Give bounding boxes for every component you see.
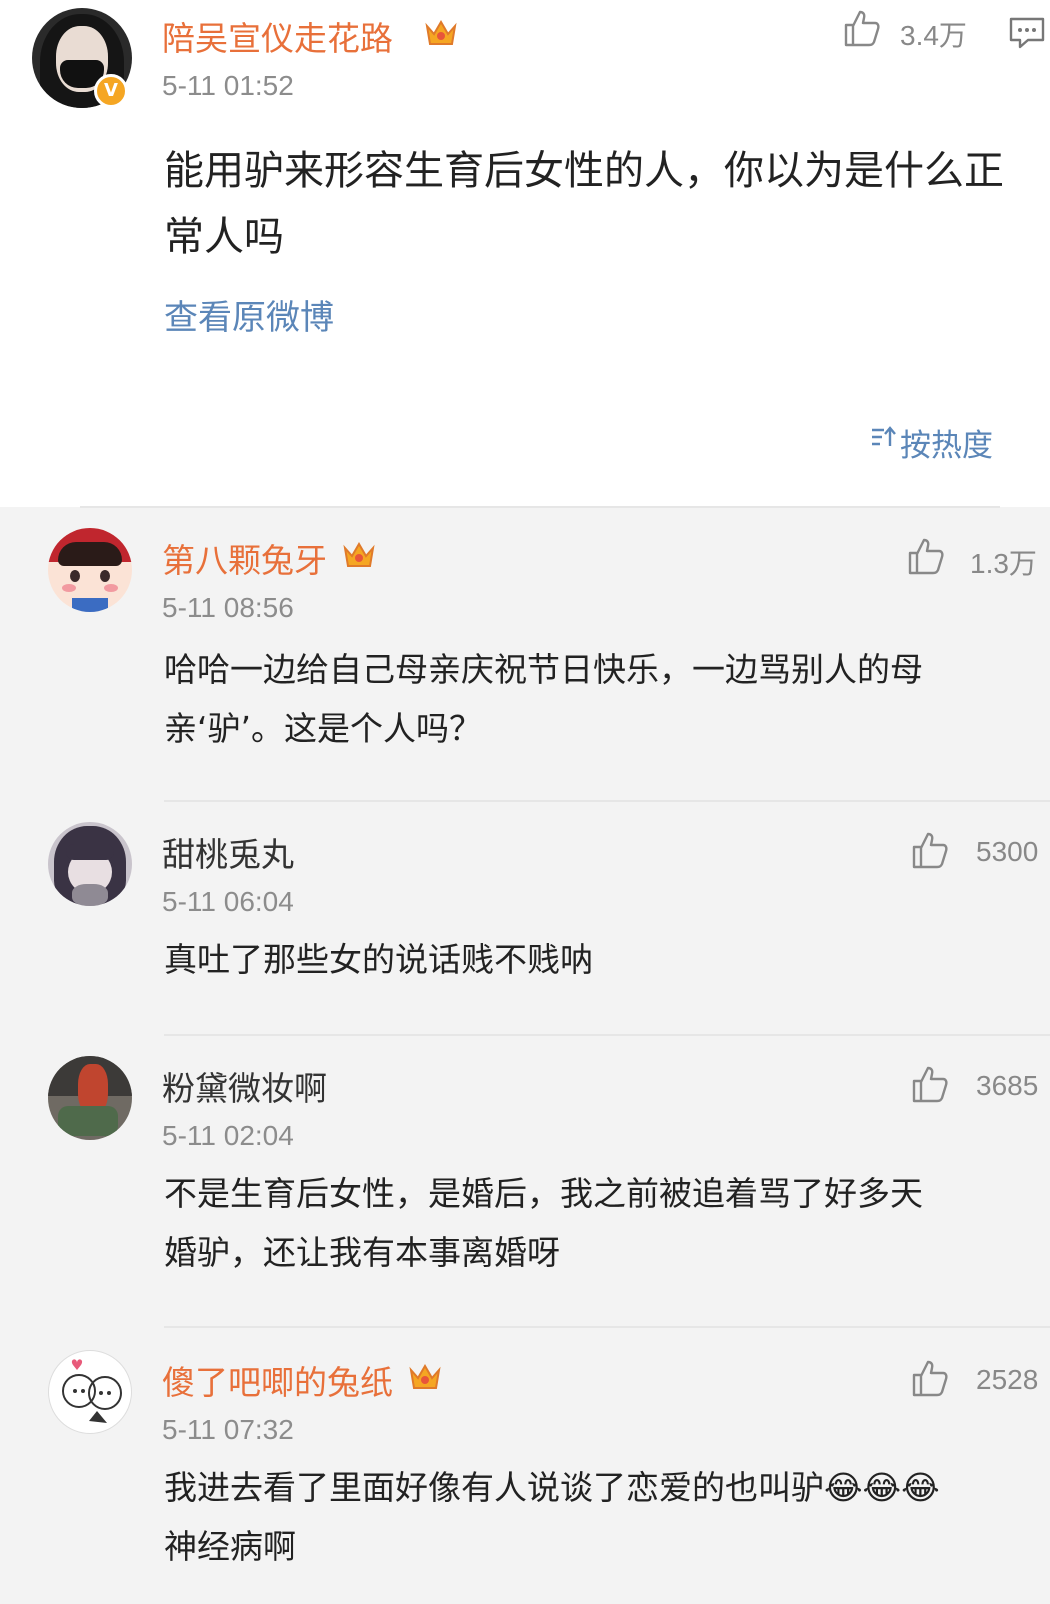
- reply-like-count: 5300: [976, 836, 1039, 867]
- reply-avatar[interactable]: [48, 1350, 132, 1434]
- crown-badge-icon: [409, 1364, 441, 1389]
- reply-text: 真吐了那些女的说话贱不贱呐: [164, 940, 593, 979]
- thumbs-up-icon: [912, 1066, 948, 1103]
- main-comment-card: V 陪吴宣仪走花路 5-11 01:52 3.4万 能用驴来形容生育后女性的人，…: [0, 0, 1050, 507]
- reply-like-count: 2528: [976, 1364, 1039, 1395]
- reply-avatar[interactable]: [48, 528, 132, 612]
- reply-timestamp: 5-11 06:04: [162, 886, 294, 917]
- thumbs-up-icon: [912, 1360, 948, 1397]
- divider: [164, 800, 1050, 802]
- main-comment-text: 能用驴来形容生育后女性的人，你以为是什么正 常人吗: [164, 148, 1004, 260]
- thumbs-up-icon: [908, 538, 944, 575]
- divider: [80, 506, 1000, 508]
- view-original-weibo-link[interactable]: 查看原微博: [164, 290, 334, 339]
- crown-badge-icon: [343, 542, 375, 567]
- reply-username[interactable]: 傻了吧唧的兔纸: [162, 1356, 393, 1404]
- sort-icon: [872, 426, 896, 446]
- divider: [164, 1326, 1050, 1328]
- thumbs-up-icon: [912, 832, 948, 869]
- reply-username[interactable]: 甜桃兎丸: [162, 828, 294, 876]
- thumbs-up-icon: [844, 10, 880, 47]
- reply-avatar[interactable]: [48, 1056, 132, 1140]
- reply-like-count: 1.3万: [970, 548, 1037, 579]
- reply-username[interactable]: 第八颗兔牙: [162, 534, 327, 582]
- reply-text: 我进去看了里面好像有人说谈了恋爱的也叫驴😂😂😂 神经病啊: [164, 1468, 940, 1566]
- comment-icon[interactable]: [1008, 16, 1046, 50]
- reply-timestamp: 5-11 07:32: [162, 1414, 294, 1445]
- main-like-count: 3.4万: [900, 20, 967, 51]
- reply-timestamp: 5-11 08:56: [162, 592, 294, 623]
- crown-badge-icon: [425, 20, 457, 45]
- reply-text: 不是生育后女性，是婚后，我之前被追着骂了好多天 婚驴，还让我有本事离婚呀: [164, 1174, 923, 1272]
- reply-like-count: 3685: [976, 1070, 1039, 1101]
- divider: [164, 1034, 1050, 1036]
- reply-timestamp: 5-11 02:04: [162, 1120, 294, 1151]
- main-comment-username[interactable]: 陪吴宣仪走花路: [162, 12, 393, 60]
- sort-label: 按热度: [900, 428, 993, 464]
- reply-avatar[interactable]: [48, 822, 132, 906]
- main-comment-timestamp: 5-11 01:52: [162, 70, 294, 101]
- reply-text: 哈哈一边给自己母亲庆祝节日快乐，一边骂别人的母 亲‘驴’。这是个人吗？: [164, 650, 923, 748]
- verified-badge-icon: V: [94, 74, 128, 108]
- reply-username[interactable]: 粉黛微妆啊: [162, 1062, 327, 1110]
